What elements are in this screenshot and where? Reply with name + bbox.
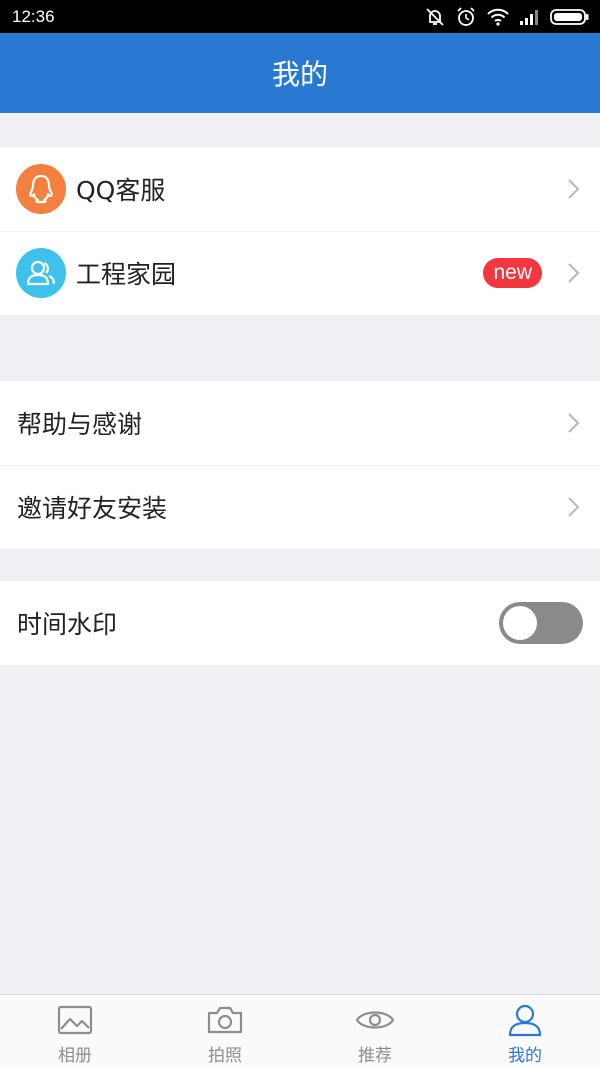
menu-group-1: QQ客服 工程家园 new: [0, 147, 600, 315]
chevron-right-icon: [568, 179, 580, 199]
signal-icon: [520, 9, 538, 25]
status-time: 12:36: [12, 6, 55, 26]
menu-item-engineering-home[interactable]: 工程家园 new: [0, 231, 600, 315]
tab-album[interactable]: 相册: [0, 995, 150, 1067]
toggle-knob: [503, 606, 537, 640]
menu-item-help-thanks[interactable]: 帮助与感谢: [0, 381, 600, 465]
page-title: 我的: [271, 58, 328, 91]
image-icon: [57, 1005, 93, 1035]
menu-item-label: QQ客服: [76, 176, 166, 205]
status-icons: [424, 6, 590, 28]
tab-recommend[interactable]: 推荐: [300, 995, 450, 1067]
eye-icon: [355, 1011, 395, 1029]
bottom-tab-bar: 相册 拍照 推荐 我的: [0, 994, 600, 1067]
tab-camera[interactable]: 拍照: [150, 995, 300, 1067]
menu-group-2: 帮助与感谢 邀请好友安装: [0, 381, 600, 549]
users-icon: [16, 248, 66, 298]
tab-mine[interactable]: 我的: [450, 995, 600, 1067]
menu-item-label: 帮助与感谢: [17, 410, 143, 439]
menu-group-3: 时间水印: [0, 581, 600, 665]
tab-label: 拍照: [208, 1046, 242, 1066]
menu-item-time-watermark: 时间水印: [0, 581, 600, 665]
user-icon: [508, 1004, 542, 1037]
menu-item-label: 邀请好友安装: [17, 494, 168, 523]
battery-icon: [550, 8, 589, 25]
menu-item-label: 时间水印: [17, 610, 118, 639]
chevron-right-icon: [568, 497, 580, 517]
alarm-icon: [457, 6, 475, 26]
time-watermark-toggle[interactable]: [499, 602, 583, 644]
app-header: 我的: [0, 33, 600, 113]
menu-item-invite-friends[interactable]: 邀请好友安装: [0, 465, 600, 549]
tab-label: 相册: [58, 1046, 92, 1066]
camera-icon: [207, 1006, 243, 1034]
status-bar: 12:36: [0, 0, 600, 33]
tab-label: 我的: [508, 1046, 542, 1066]
chevron-right-icon: [568, 263, 580, 283]
mute-icon: [426, 7, 444, 26]
chevron-right-icon: [568, 413, 580, 433]
new-badge: new: [483, 258, 542, 288]
menu-item-label: 工程家园: [76, 260, 177, 289]
tab-label: 推荐: [358, 1046, 392, 1066]
wifi-icon: [487, 8, 509, 26]
qq-penguin-icon: [16, 164, 66, 214]
menu-item-qq-service[interactable]: QQ客服: [0, 147, 600, 231]
